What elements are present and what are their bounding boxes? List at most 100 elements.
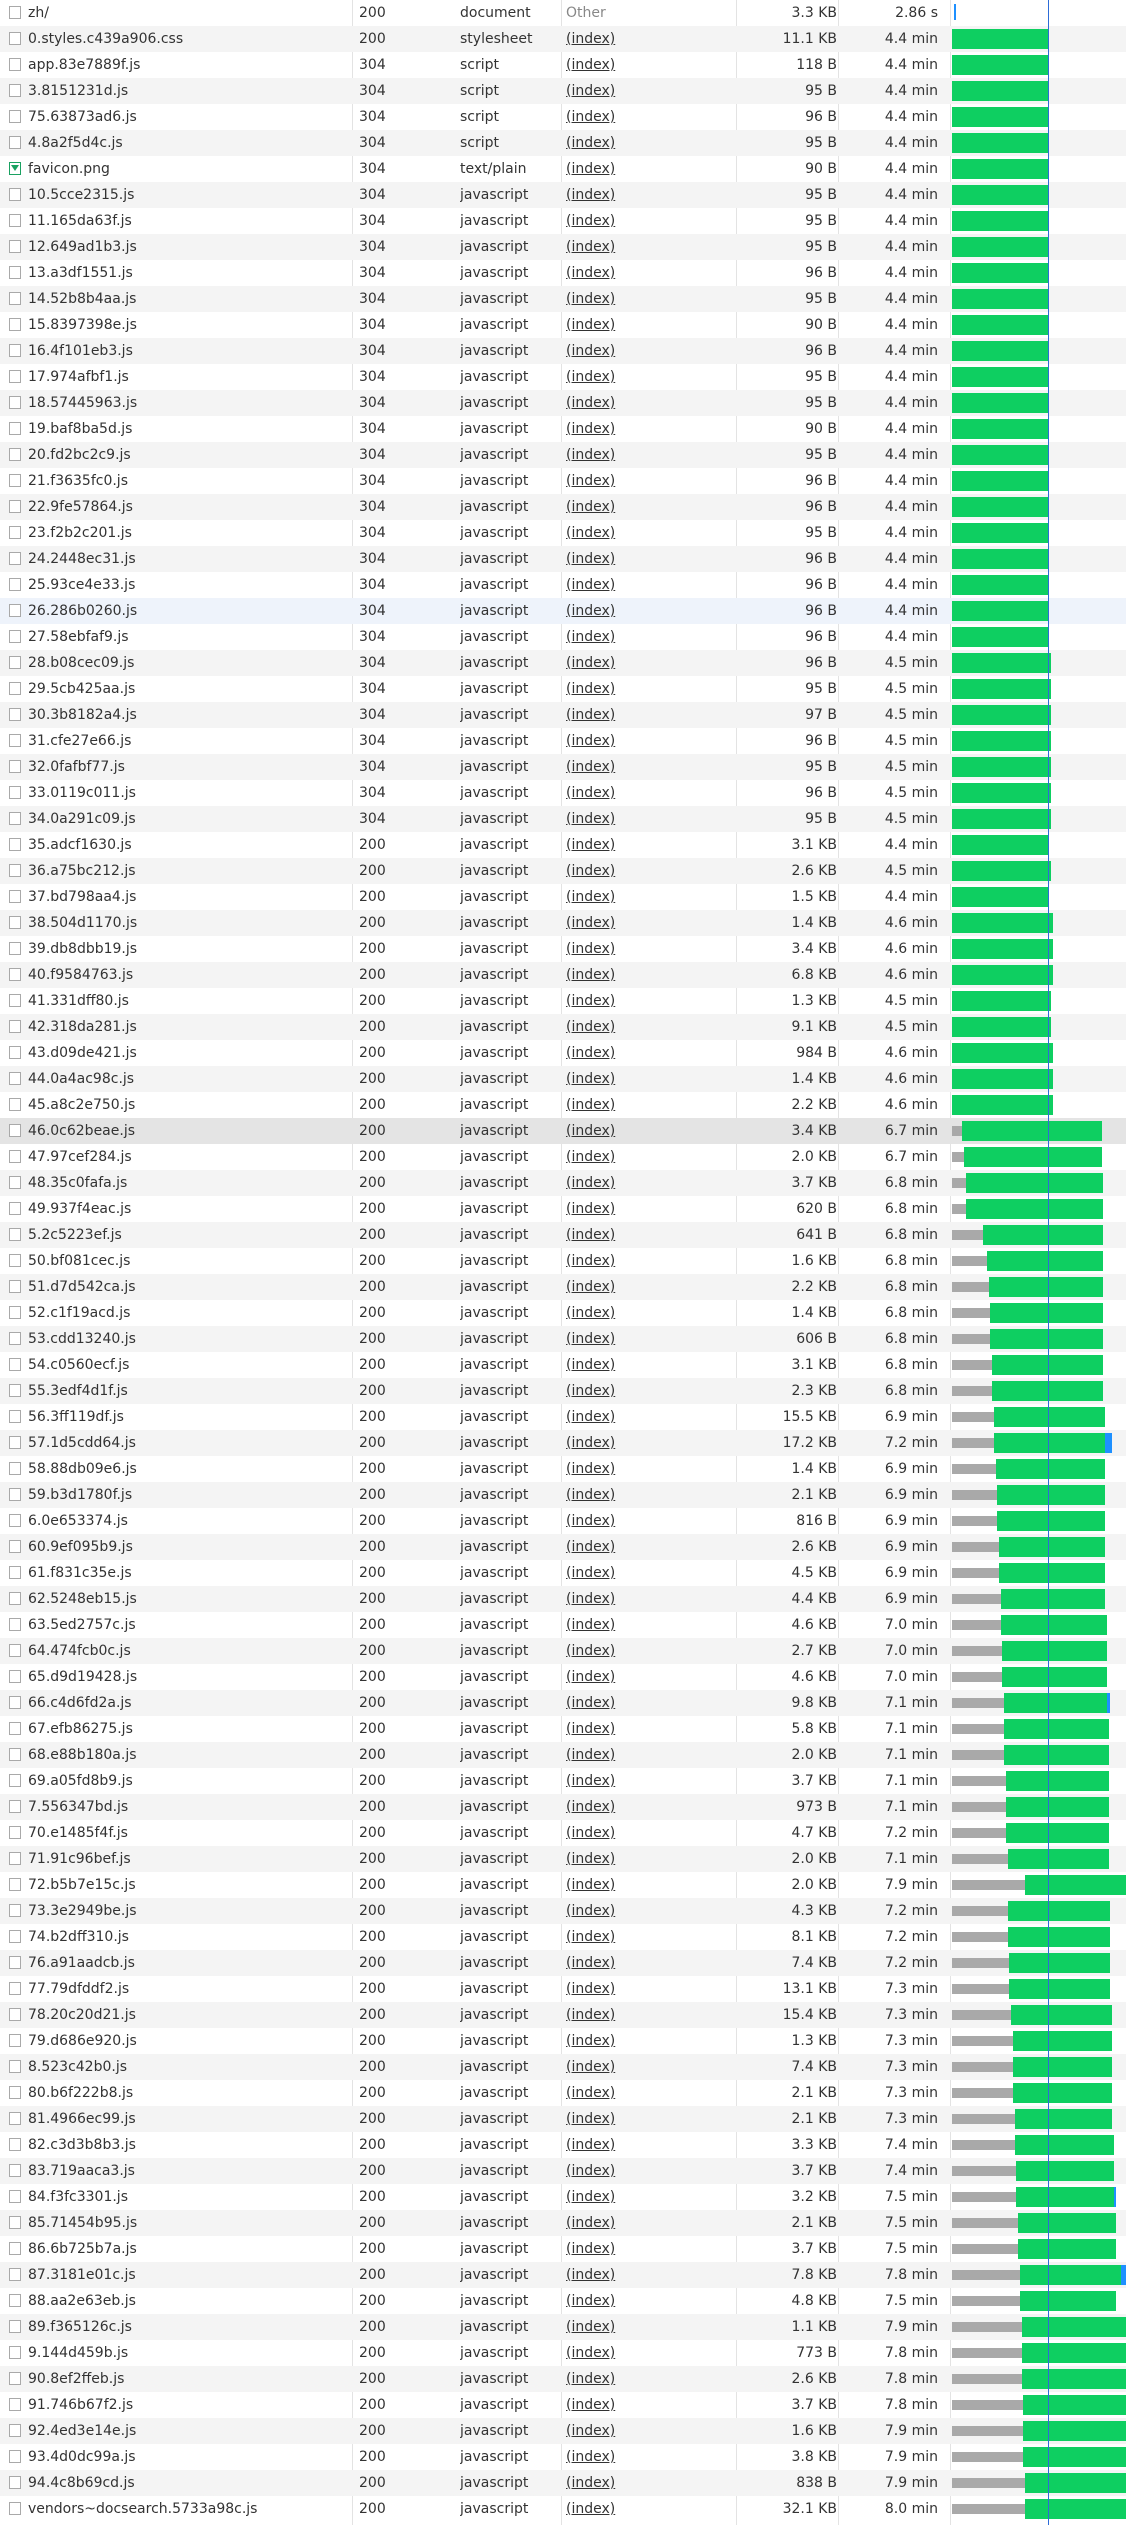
request-name[interactable]: 82.c3d3b8b3.js [28,2132,350,2158]
table-row[interactable]: 42.318da281.js 200 javascript (index) 9.1 KB… [0,1014,1126,1040]
initiator-link[interactable]: (index) [566,2158,734,2184]
table-row[interactable]: 86.6b725b7a.js 200 javascript (index) 3.7 KB… [0,2236,1126,2262]
table-row[interactable]: 53.cdd13240.js 200 javascript (index) 606 B 6… [0,1326,1126,1352]
request-name[interactable]: 13.a3df1551.js [28,260,350,286]
initiator-link[interactable]: (index) [566,1716,734,1742]
table-row[interactable]: vendors~docsearch.5733a98c.js 200 javascri… [0,2496,1126,2522]
request-name[interactable]: 68.e88b180a.js [28,1742,350,1768]
initiator-link[interactable]: (index) [566,2496,734,2522]
initiator-link[interactable]: (index) [566,1586,734,1612]
initiator-link[interactable]: (index) [566,936,734,962]
table-row[interactable]: 88.aa2e63eb.js 200 javascript (index) 4.8 KB… [0,2288,1126,2314]
initiator-link[interactable]: (index) [566,1950,734,1976]
initiator-link[interactable]: (index) [566,1820,734,1846]
request-name[interactable]: 22.9fe57864.js [28,494,350,520]
initiator-link[interactable]: (index) [566,676,734,702]
initiator-link[interactable]: (index) [566,1014,734,1040]
table-row[interactable]: 12.649ad1b3.js 304 javascript (index) 95 B 4.… [0,234,1126,260]
table-row[interactable]: 39.db8dbb19.js 200 javascript (index) 3.4 KB… [0,936,1126,962]
request-name[interactable]: 61.f831c35e.js [28,1560,350,1586]
table-row[interactable]: zh/200 document Other 3.3 KB 2.86 s [0,0,1126,26]
initiator-link[interactable]: (index) [566,1846,734,1872]
request-name[interactable]: 86.6b725b7a.js [28,2236,350,2262]
request-name[interactable]: 45.a8c2e750.js [28,1092,350,1118]
request-name[interactable]: 76.a91aadcb.js [28,1950,350,1976]
table-row[interactable]: 83.719aaca3.js 200 javascript (index) 3.7 KB… [0,2158,1126,2184]
request-name[interactable]: 77.79dfddf2.js [28,1976,350,2002]
initiator-link[interactable]: (index) [566,572,734,598]
table-row[interactable]: 16.4f101eb3.js 304 javascript (index) 96 B 4.… [0,338,1126,364]
initiator-link[interactable]: (index) [566,1118,734,1144]
initiator-link[interactable]: (index) [566,1092,734,1118]
table-row[interactable]: 4.8a2f5d4c.js 304 script (index) 95 B 4.4 min [0,130,1126,156]
table-row[interactable]: 55.3edf4d1f.js 200 javascript (index) 2.3 KB… [0,1378,1126,1404]
table-row[interactable]: 3.8151231d.js 304 script (index) 95 B 4.4 min [0,78,1126,104]
initiator-link[interactable]: (index) [566,1326,734,1352]
initiator-link[interactable]: (index) [566,52,734,78]
request-name[interactable]: 62.5248eb15.js [28,1586,350,1612]
request-name[interactable]: 35.adcf1630.js [28,832,350,858]
table-row[interactable]: 44.0a4ac98c.js 200 javascript (index) 1.4 KB… [0,1066,1126,1092]
request-name[interactable]: 40.f9584763.js [28,962,350,988]
request-name[interactable]: 5.2c5223ef.js [28,1222,350,1248]
request-name[interactable]: 32.0fafbf77.js [28,754,350,780]
initiator-link[interactable]: (index) [566,1924,734,1950]
initiator-link[interactable]: (index) [566,364,734,390]
initiator-link[interactable]: (index) [566,78,734,104]
request-name[interactable]: 30.3b8182a4.js [28,702,350,728]
request-name[interactable]: 44.0a4ac98c.js [28,1066,350,1092]
initiator-link[interactable]: (index) [566,1170,734,1196]
table-row[interactable]: 27.58ebfaf9.js 304 javascript (index) 96 B 4.… [0,624,1126,650]
initiator-link[interactable]: (index) [566,104,734,130]
request-name[interactable]: 15.8397398e.js [28,312,350,338]
request-name[interactable]: 46.0c62beae.js [28,1118,350,1144]
request-name[interactable]: 67.efb86275.js [28,1716,350,1742]
table-row[interactable]: 34.0a291c09.js 304 javascript (index) 95 B 4.… [0,806,1126,832]
initiator-link[interactable]: (index) [566,1768,734,1794]
initiator-link[interactable]: (index) [566,208,734,234]
table-row[interactable]: 38.504d1170.js 200 javascript (index) 1.4 KB… [0,910,1126,936]
initiator-link[interactable]: (index) [566,988,734,1014]
initiator-link[interactable]: (index) [566,2132,734,2158]
initiator-link[interactable]: (index) [566,286,734,312]
request-name[interactable]: 18.57445963.js [28,390,350,416]
table-row[interactable]: 6.0e653374.js 200 javascript (index) 816 B 6.… [0,1508,1126,1534]
table-row[interactable]: favicon.png 304 text/plain (index) 90 B 4.4 m… [0,156,1126,182]
request-name[interactable]: app.83e7889f.js [28,52,350,78]
initiator-link[interactable]: (index) [566,1352,734,1378]
request-name[interactable]: 17.974afbf1.js [28,364,350,390]
request-name[interactable]: 4.8a2f5d4c.js [28,130,350,156]
request-name[interactable]: 8.523c42b0.js [28,2054,350,2080]
request-name[interactable]: 10.5cce2315.js [28,182,350,208]
table-row[interactable]: 78.20c20d21.js 200 javascript (index) 15.4 K… [0,2002,1126,2028]
request-name[interactable]: 24.2448ec31.js [28,546,350,572]
table-row[interactable]: 49.937f4eac.js 200 javascript (index) 620 B 6… [0,1196,1126,1222]
initiator-link[interactable]: (index) [566,2028,734,2054]
table-row[interactable]: 62.5248eb15.js 200 javascript (index) 4.4 KB… [0,1586,1126,1612]
initiator-link[interactable]: (index) [566,754,734,780]
initiator-link[interactable]: (index) [566,884,734,910]
table-row[interactable]: 75.63873ad6.js 304 script (index) 96 B 4.4 mi… [0,104,1126,130]
initiator-link[interactable]: (index) [566,624,734,650]
table-row[interactable]: 59.b3d1780f.js 200 javascript (index) 2.1 KB… [0,1482,1126,1508]
table-row[interactable]: 47.97cef284.js 200 javascript (index) 2.0 KB… [0,1144,1126,1170]
request-name[interactable]: 52.c1f19acd.js [28,1300,350,1326]
initiator-link[interactable]: (index) [566,1612,734,1638]
initiator-link[interactable]: (index) [566,1872,734,1898]
request-name[interactable]: 93.4d0dc99a.js [28,2444,350,2470]
initiator-link[interactable]: (index) [566,2054,734,2080]
table-row[interactable]: 20.fd2bc2c9.js 304 javascript (index) 95 B 4.… [0,442,1126,468]
table-row[interactable]: 66.c4d6fd2a.js 200 javascript (index) 9.8 KB… [0,1690,1126,1716]
table-row[interactable]: 8.523c42b0.js 200 javascript (index) 7.4 KB 7… [0,2054,1126,2080]
initiator-link[interactable]: (index) [566,1222,734,1248]
initiator-link[interactable]: (index) [566,832,734,858]
table-row[interactable]: 48.35c0fafa.js 200 javascript (index) 3.7 KB… [0,1170,1126,1196]
initiator-link[interactable]: (index) [566,2392,734,2418]
request-name[interactable]: 14.52b8b4aa.js [28,286,350,312]
request-name[interactable]: 71.91c96bef.js [28,1846,350,1872]
table-row[interactable]: 33.0119c011.js 304 javascript (index) 96 B 4.… [0,780,1126,806]
initiator-link[interactable]: (index) [566,1690,734,1716]
request-name[interactable]: 7.556347bd.js [28,1794,350,1820]
request-name[interactable]: 83.719aaca3.js [28,2158,350,2184]
initiator-link[interactable]: (index) [566,1248,734,1274]
